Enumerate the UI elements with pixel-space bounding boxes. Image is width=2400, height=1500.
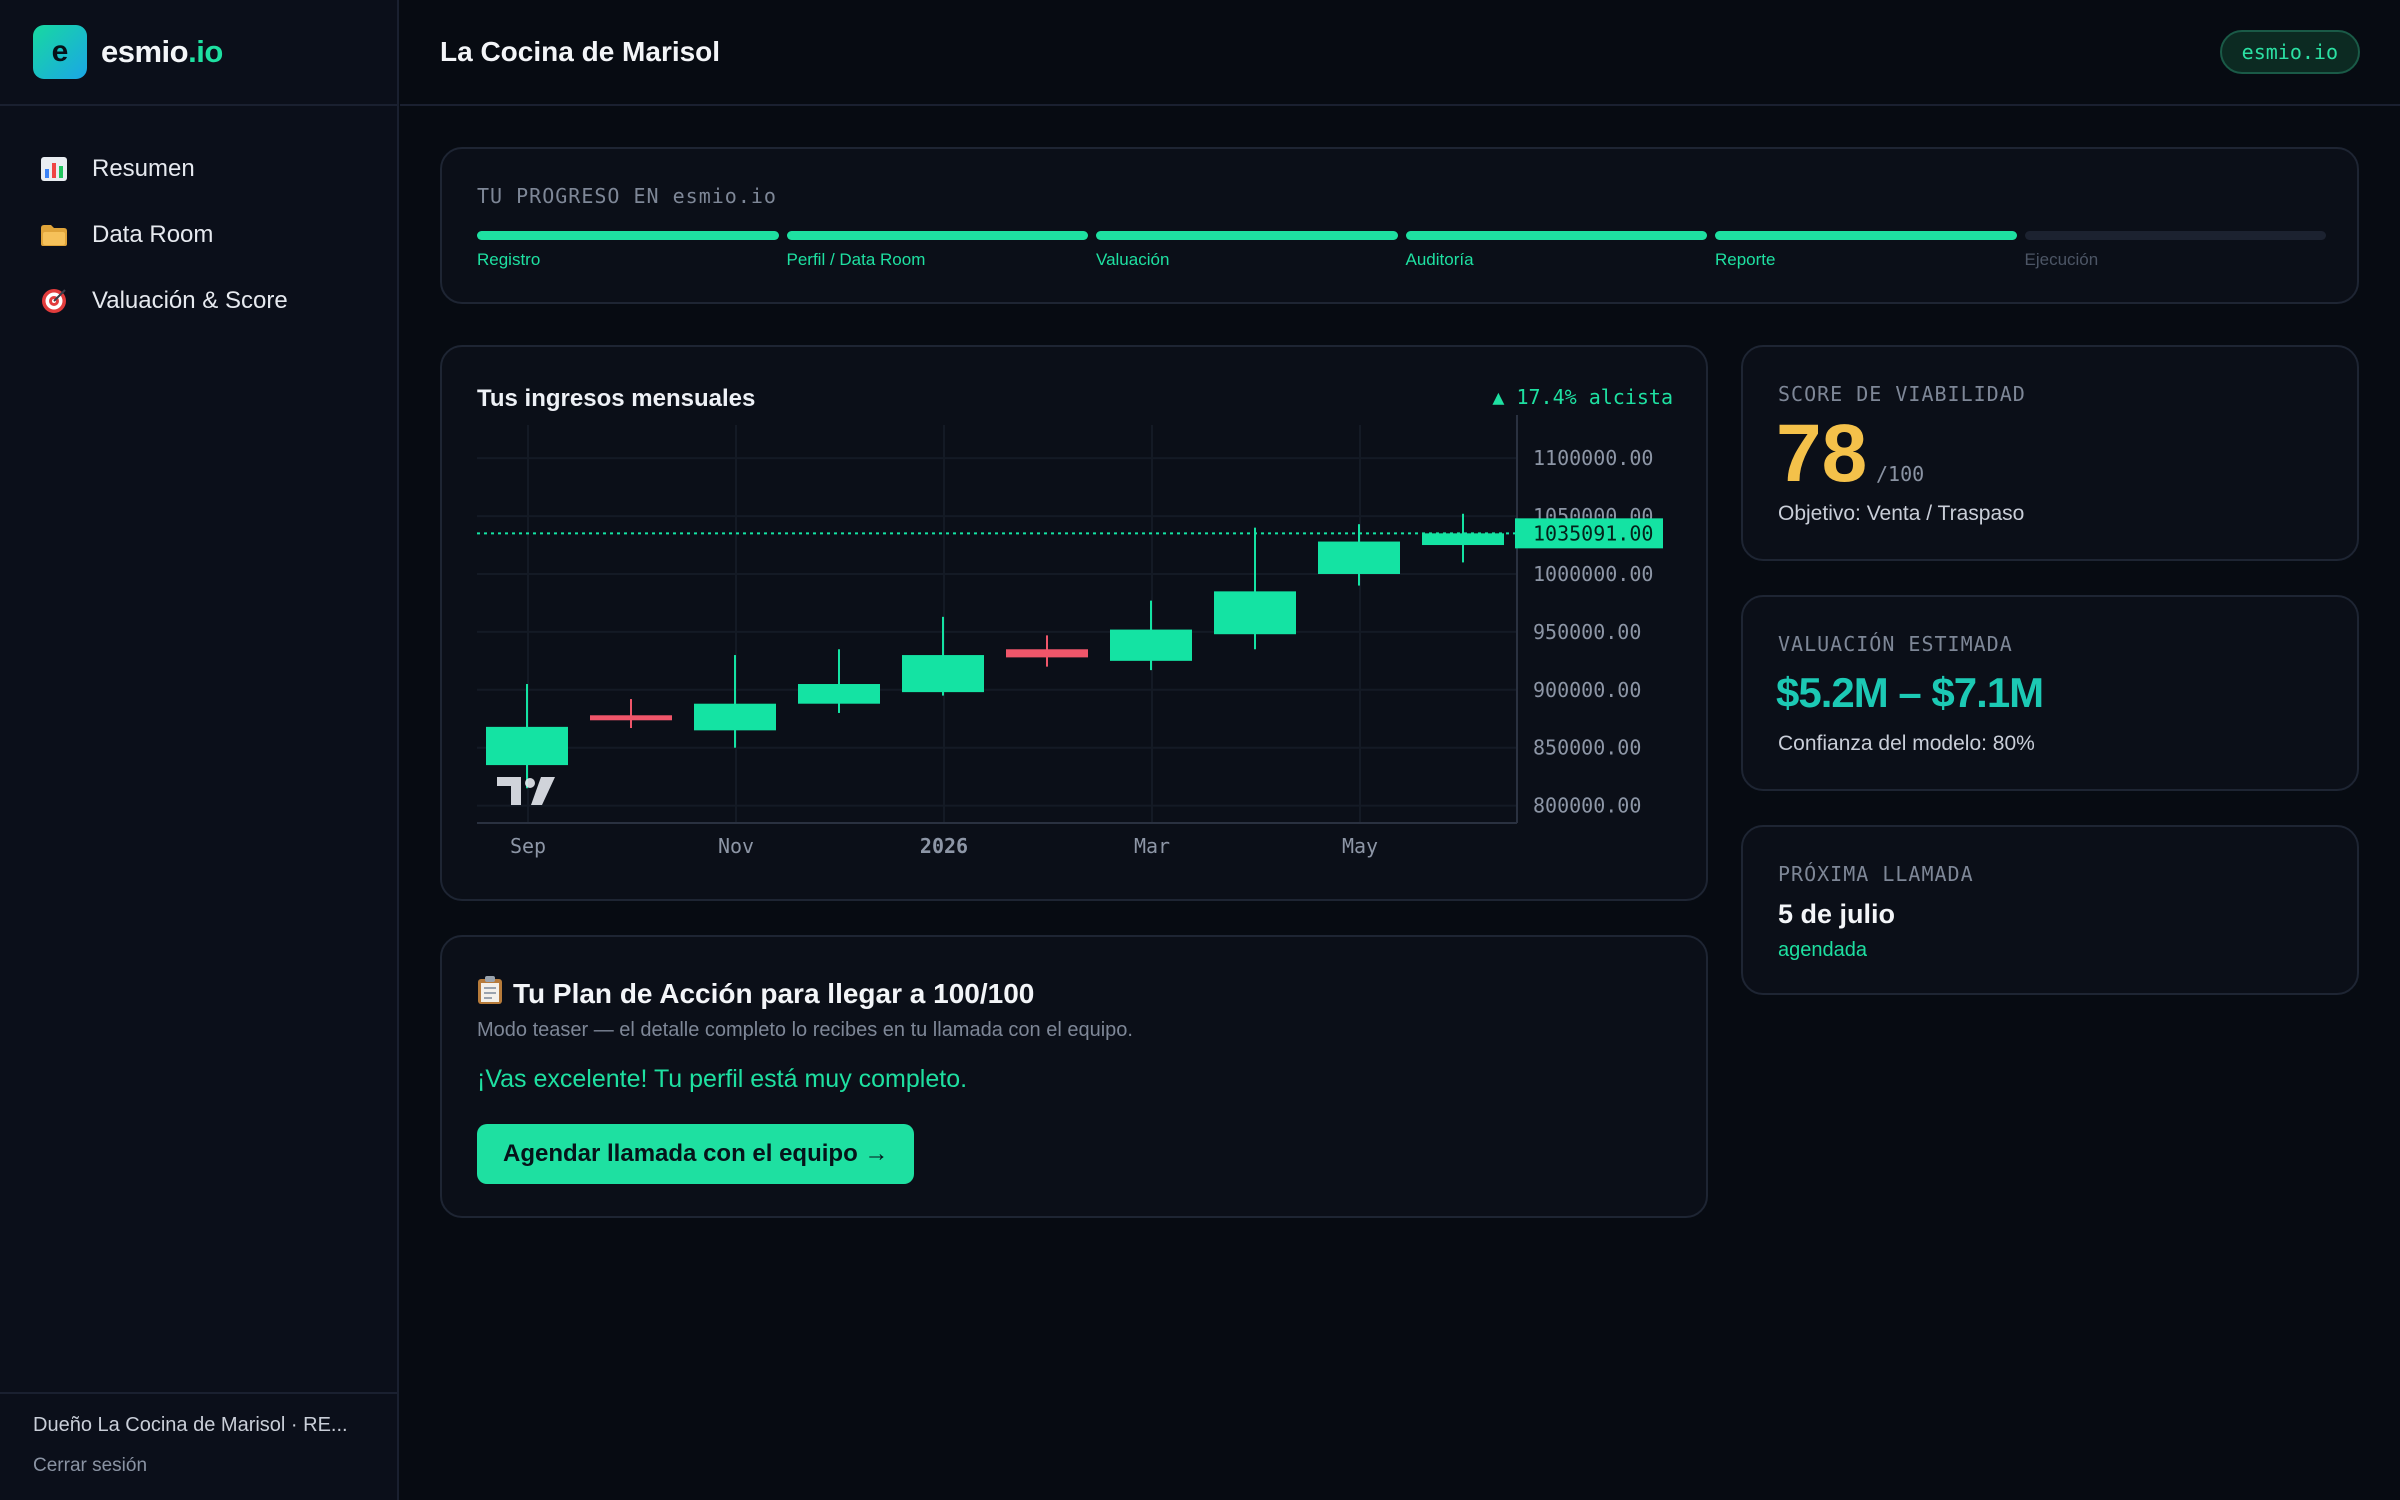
progress-card: TU PROGRESO EN esmio.io Registro Perfil … bbox=[440, 147, 2359, 304]
target-icon bbox=[38, 286, 70, 316]
clipboard-icon bbox=[477, 975, 503, 1012]
valuation-card: VALUACIÓN ESTIMADA $5.2M – $7.1M Confian… bbox=[1741, 595, 2359, 791]
y-tick-label: 1100000.00 bbox=[1533, 446, 1653, 470]
revenue-chart[interactable]: Sep Nov 2026 Mar May1100000.001050000.001000… bbox=[442, 347, 1710, 903]
progress-step-bar bbox=[2024, 231, 2326, 240]
progress-step: Perfil / Data Room bbox=[786, 231, 1088, 270]
sidebar-nav: Resumen Data Room Valuación & Score bbox=[0, 106, 397, 334]
score-value: 78 bbox=[1776, 408, 1868, 499]
score-label: SCORE DE VIABILIDAD bbox=[1778, 382, 2026, 406]
x-tick-label: May bbox=[1342, 834, 1378, 858]
y-tick-label: 850000.00 bbox=[1533, 736, 1641, 760]
progress-step-label: Reporte bbox=[1715, 250, 1776, 269]
candle-body bbox=[798, 684, 880, 704]
candle-body bbox=[590, 715, 672, 721]
x-tick-label: Sep bbox=[510, 834, 546, 858]
brand-tld: .io bbox=[188, 34, 223, 69]
progress-step-label: Perfil / Data Room bbox=[786, 250, 926, 269]
progress-step: Valuación bbox=[1096, 231, 1398, 270]
folder-icon bbox=[38, 220, 70, 250]
y-tick-label: 950000.00 bbox=[1533, 620, 1641, 644]
score-denominator: /100 bbox=[1876, 462, 1925, 486]
action-plan-message: ¡Vas excelente! Tu perfil está muy compl… bbox=[477, 1065, 968, 1093]
progress-step-label: Auditoría bbox=[1405, 250, 1474, 269]
owner-name: Dueño La Cocina de Marisol · RE... bbox=[33, 1414, 348, 1436]
brand[interactable]: e esmio.io bbox=[0, 0, 397, 106]
progress-step: Registro bbox=[477, 231, 779, 270]
sidebar-item-valuacion-score[interactable]: Valuación & Score bbox=[0, 268, 397, 334]
x-tick-label: 2026 bbox=[920, 834, 968, 858]
next-call-label: PRÓXIMA LLAMADA bbox=[1778, 862, 1974, 886]
candle-body bbox=[1006, 649, 1088, 658]
candle-body bbox=[902, 655, 984, 693]
progress-step-label: Registro bbox=[477, 250, 541, 269]
brand-name: esmio.io bbox=[101, 34, 223, 70]
chart-title: Tus ingresos mensuales bbox=[477, 385, 756, 412]
x-tick-label: Nov bbox=[718, 834, 754, 858]
current-price-label: 1035091.00 bbox=[1533, 521, 1653, 545]
header: La Cocina de Marisol esmio.io bbox=[400, 0, 2400, 106]
candle-body bbox=[1422, 533, 1504, 546]
action-plan-card: Tu Plan de Acción para llegar a 100/100 … bbox=[440, 935, 1708, 1218]
progress-step: Reporte bbox=[1715, 231, 2017, 270]
progress-label: TU PROGRESO EN esmio.io bbox=[477, 184, 777, 208]
action-plan-subtitle: Modo teaser — el detalle completo lo rec… bbox=[477, 1019, 1133, 1041]
candle-body bbox=[486, 726, 568, 766]
progress-step-bar bbox=[477, 231, 779, 240]
bar-chart-icon bbox=[38, 154, 70, 184]
brand-logo: e bbox=[33, 25, 87, 79]
action-plan-title: Tu Plan de Acción para llegar a 100/100 bbox=[477, 975, 1034, 1012]
progress-step-label: Valuación bbox=[1096, 250, 1170, 269]
progress-step-bar bbox=[1715, 231, 2017, 240]
x-tick-label: Mar bbox=[1134, 834, 1170, 858]
y-tick-label: 900000.00 bbox=[1533, 678, 1641, 702]
progress-step-label: Ejecución bbox=[2024, 250, 2099, 269]
schedule-call-button[interactable]: Agendar llamada con el equipo → bbox=[477, 1124, 915, 1184]
candle-body bbox=[1318, 541, 1400, 574]
trend-badge: ▲ 17.4% alcista bbox=[1492, 385, 1673, 409]
action-plan-title-text: Tu Plan de Acción para llegar a 100/100 bbox=[513, 977, 1035, 1009]
brand-badge: esmio.io bbox=[2219, 30, 2360, 74]
candle-body bbox=[694, 703, 776, 731]
revenue-chart-card: Sep Nov 2026 Mar May 1100000.00 1050000.00 1000… bbox=[440, 345, 1708, 901]
progress-step: Auditoría bbox=[1405, 231, 1707, 270]
sidebar-item-label: Data Room bbox=[92, 221, 214, 248]
y-tick-label: 1000000.00 bbox=[1533, 562, 1653, 586]
next-call-status: agendada bbox=[1778, 939, 1867, 961]
brand-name-text: esmio bbox=[101, 34, 189, 69]
progress-step: Ejecución bbox=[2024, 231, 2326, 270]
logout-link[interactable]: Cerrar sesión bbox=[33, 1455, 364, 1477]
sidebar: e esmio.io Resumen Data Room Valuación &… bbox=[0, 0, 399, 1500]
sidebar-item-resumen[interactable]: Resumen bbox=[0, 136, 397, 202]
sidebar-footer: Dueño La Cocina de Marisol · RE... Cerra… bbox=[0, 1392, 397, 1500]
y-tick-label: 800000.00 bbox=[1533, 794, 1641, 818]
page-title: La Cocina de Marisol bbox=[440, 36, 721, 67]
sidebar-item-label: Valuación & Score bbox=[92, 287, 288, 314]
progress-steps: Registro Perfil / Data Room Valuación Au… bbox=[477, 231, 2326, 270]
progress-step-bar bbox=[1096, 231, 1398, 240]
sidebar-item-label: Resumen bbox=[92, 155, 195, 182]
valuation-confidence: Confianza del modelo: 80% bbox=[1778, 732, 2035, 755]
next-call-card: PRÓXIMA LLAMADA 5 de julio agendada bbox=[1741, 825, 2359, 995]
sidebar-item-data-room[interactable]: Data Room bbox=[0, 202, 397, 268]
next-call-date: 5 de julio bbox=[1778, 899, 1896, 929]
score-card: SCORE DE VIABILIDAD 78 /100 Objetivo: Ve… bbox=[1741, 345, 2359, 561]
valuation-label: VALUACIÓN ESTIMADA bbox=[1778, 632, 2013, 656]
candle-body bbox=[1214, 591, 1296, 635]
valuation-range: $5.2M – $7.1M bbox=[1776, 669, 2044, 716]
progress-step-bar bbox=[1405, 231, 1707, 240]
score-objective: Objetivo: Venta / Traspaso bbox=[1778, 502, 2025, 525]
progress-step-bar bbox=[786, 231, 1088, 240]
tradingview-logo-icon bbox=[497, 777, 555, 805]
candle-body bbox=[1110, 629, 1192, 661]
